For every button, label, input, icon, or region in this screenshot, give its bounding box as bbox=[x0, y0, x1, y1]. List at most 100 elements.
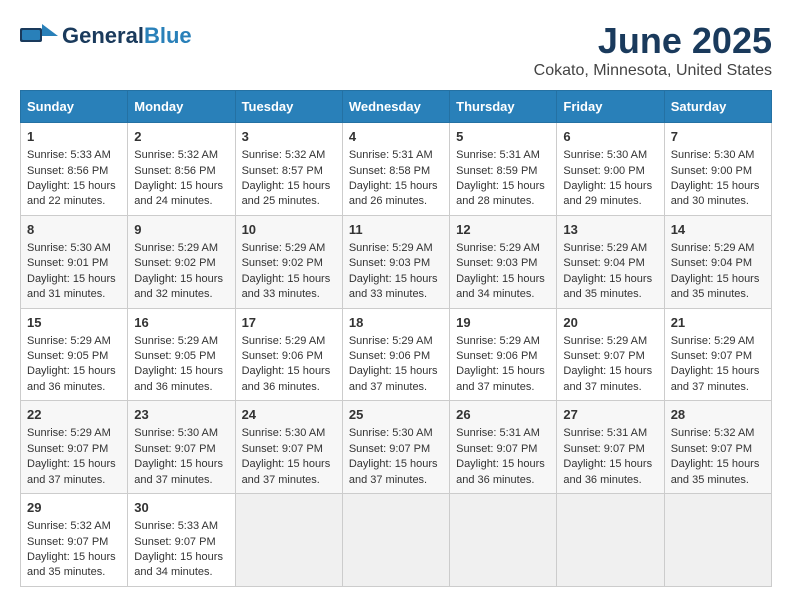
day-number: 18 bbox=[349, 314, 443, 332]
calendar-cell: 7Sunrise: 5:30 AMSunset: 9:00 PMDaylight… bbox=[664, 123, 771, 216]
weekday-header-tuesday: Tuesday bbox=[235, 91, 342, 123]
day-info-line: Sunrise: 5:33 AM bbox=[134, 519, 228, 534]
day-info-line: Daylight: 15 hours bbox=[456, 364, 550, 379]
calendar-cell: 25Sunrise: 5:30 AMSunset: 9:07 PMDayligh… bbox=[342, 401, 449, 494]
calendar-cell: 3Sunrise: 5:32 AMSunset: 8:57 PMDaylight… bbox=[235, 123, 342, 216]
day-info-line: Sunset: 9:07 PM bbox=[563, 349, 657, 364]
day-info-line: Daylight: 15 hours bbox=[671, 457, 765, 472]
day-number: 15 bbox=[27, 314, 121, 332]
day-info-line: and 35 minutes. bbox=[563, 287, 657, 302]
calendar-cell: 11Sunrise: 5:29 AMSunset: 9:03 PMDayligh… bbox=[342, 215, 449, 308]
day-info-line: Daylight: 15 hours bbox=[456, 179, 550, 194]
day-number: 5 bbox=[456, 128, 550, 146]
month-title: June 2025 bbox=[534, 20, 772, 62]
day-info-line: Sunset: 9:05 PM bbox=[134, 349, 228, 364]
day-info-line: Daylight: 15 hours bbox=[671, 179, 765, 194]
day-info-line: and 28 minutes. bbox=[456, 194, 550, 209]
logo: GeneralBlue bbox=[20, 20, 192, 52]
weekday-header-saturday: Saturday bbox=[664, 91, 771, 123]
day-number: 29 bbox=[27, 499, 121, 517]
day-info-line: Sunset: 9:03 PM bbox=[456, 256, 550, 271]
day-info-line: Daylight: 15 hours bbox=[671, 364, 765, 379]
day-info-line: and 34 minutes. bbox=[134, 565, 228, 580]
calendar-cell: 4Sunrise: 5:31 AMSunset: 8:58 PMDaylight… bbox=[342, 123, 449, 216]
day-info-line: and 32 minutes. bbox=[134, 287, 228, 302]
week-row-3: 15Sunrise: 5:29 AMSunset: 9:05 PMDayligh… bbox=[21, 308, 772, 401]
day-number: 8 bbox=[27, 221, 121, 239]
day-number: 1 bbox=[27, 128, 121, 146]
day-number: 16 bbox=[134, 314, 228, 332]
day-info-line: and 36 minutes. bbox=[27, 380, 121, 395]
day-info-line: and 37 minutes. bbox=[671, 380, 765, 395]
day-info-line: and 31 minutes. bbox=[27, 287, 121, 302]
weekday-header-wednesday: Wednesday bbox=[342, 91, 449, 123]
day-info-line: Sunset: 9:00 PM bbox=[671, 164, 765, 179]
day-info-line: Daylight: 15 hours bbox=[134, 457, 228, 472]
calendar-cell: 30Sunrise: 5:33 AMSunset: 9:07 PMDayligh… bbox=[128, 494, 235, 587]
week-row-4: 22Sunrise: 5:29 AMSunset: 9:07 PMDayligh… bbox=[21, 401, 772, 494]
day-info-line: Sunrise: 5:33 AM bbox=[27, 148, 121, 163]
calendar-cell: 29Sunrise: 5:32 AMSunset: 9:07 PMDayligh… bbox=[21, 494, 128, 587]
day-info-line: Daylight: 15 hours bbox=[242, 179, 336, 194]
day-info-line: Daylight: 15 hours bbox=[134, 179, 228, 194]
day-info-line: Daylight: 15 hours bbox=[563, 364, 657, 379]
weekday-header-monday: Monday bbox=[128, 91, 235, 123]
calendar-cell: 20Sunrise: 5:29 AMSunset: 9:07 PMDayligh… bbox=[557, 308, 664, 401]
day-info-line: Sunrise: 5:31 AM bbox=[563, 426, 657, 441]
day-number: 27 bbox=[563, 406, 657, 424]
calendar-cell: 15Sunrise: 5:29 AMSunset: 9:05 PMDayligh… bbox=[21, 308, 128, 401]
day-info-line: Daylight: 15 hours bbox=[27, 457, 121, 472]
day-info-line: and 36 minutes. bbox=[456, 473, 550, 488]
day-info-line: Sunset: 9:07 PM bbox=[671, 349, 765, 364]
day-info-line: Sunset: 9:05 PM bbox=[27, 349, 121, 364]
day-info-line: and 24 minutes. bbox=[134, 194, 228, 209]
day-info-line: and 37 minutes. bbox=[242, 473, 336, 488]
day-info-line: Daylight: 15 hours bbox=[349, 179, 443, 194]
day-info-line: and 37 minutes. bbox=[134, 473, 228, 488]
day-info-line: Sunrise: 5:29 AM bbox=[563, 334, 657, 349]
day-info-line: Sunrise: 5:30 AM bbox=[349, 426, 443, 441]
day-info-line: Daylight: 15 hours bbox=[27, 550, 121, 565]
day-info-line: Sunset: 9:01 PM bbox=[27, 256, 121, 271]
calendar-cell: 5Sunrise: 5:31 AMSunset: 8:59 PMDaylight… bbox=[450, 123, 557, 216]
day-info-line: and 37 minutes. bbox=[563, 380, 657, 395]
week-row-1: 1Sunrise: 5:33 AMSunset: 8:56 PMDaylight… bbox=[21, 123, 772, 216]
day-info-line: Sunrise: 5:32 AM bbox=[671, 426, 765, 441]
day-info-line: and 35 minutes. bbox=[671, 287, 765, 302]
day-info-line: and 37 minutes. bbox=[456, 380, 550, 395]
day-info-line: Sunrise: 5:29 AM bbox=[456, 334, 550, 349]
day-info-line: Daylight: 15 hours bbox=[27, 272, 121, 287]
calendar-cell: 19Sunrise: 5:29 AMSunset: 9:06 PMDayligh… bbox=[450, 308, 557, 401]
day-info-line: Daylight: 15 hours bbox=[134, 364, 228, 379]
calendar-cell: 22Sunrise: 5:29 AMSunset: 9:07 PMDayligh… bbox=[21, 401, 128, 494]
day-info-line: and 35 minutes. bbox=[671, 473, 765, 488]
day-number: 28 bbox=[671, 406, 765, 424]
day-info-line: Sunset: 8:56 PM bbox=[134, 164, 228, 179]
calendar-cell: 9Sunrise: 5:29 AMSunset: 9:02 PMDaylight… bbox=[128, 215, 235, 308]
calendar-cell: 24Sunrise: 5:30 AMSunset: 9:07 PMDayligh… bbox=[235, 401, 342, 494]
day-info-line: Sunset: 9:06 PM bbox=[349, 349, 443, 364]
day-number: 13 bbox=[563, 221, 657, 239]
day-info-line: Sunset: 9:04 PM bbox=[671, 256, 765, 271]
calendar-cell bbox=[342, 494, 449, 587]
logo-general: General bbox=[62, 23, 144, 48]
day-info-line: Sunrise: 5:29 AM bbox=[134, 334, 228, 349]
day-info-line: Sunset: 9:06 PM bbox=[456, 349, 550, 364]
day-number: 22 bbox=[27, 406, 121, 424]
day-info-line: Sunset: 9:06 PM bbox=[242, 349, 336, 364]
day-info-line: Sunrise: 5:29 AM bbox=[242, 241, 336, 256]
day-info-line: Daylight: 15 hours bbox=[27, 364, 121, 379]
calendar-cell bbox=[557, 494, 664, 587]
day-info-line: Sunset: 9:04 PM bbox=[563, 256, 657, 271]
weekday-header-row: SundayMondayTuesdayWednesdayThursdayFrid… bbox=[21, 91, 772, 123]
calendar-cell: 8Sunrise: 5:30 AMSunset: 9:01 PMDaylight… bbox=[21, 215, 128, 308]
calendar-cell: 10Sunrise: 5:29 AMSunset: 9:02 PMDayligh… bbox=[235, 215, 342, 308]
day-info-line: Sunrise: 5:31 AM bbox=[456, 426, 550, 441]
day-info-line: Daylight: 15 hours bbox=[27, 179, 121, 194]
day-info-line: Daylight: 15 hours bbox=[349, 457, 443, 472]
day-info-line: Daylight: 15 hours bbox=[242, 272, 336, 287]
day-info-line: Sunset: 9:02 PM bbox=[134, 256, 228, 271]
day-number: 23 bbox=[134, 406, 228, 424]
day-info-line: Sunset: 9:07 PM bbox=[456, 442, 550, 457]
day-info-line: Sunset: 9:07 PM bbox=[134, 442, 228, 457]
